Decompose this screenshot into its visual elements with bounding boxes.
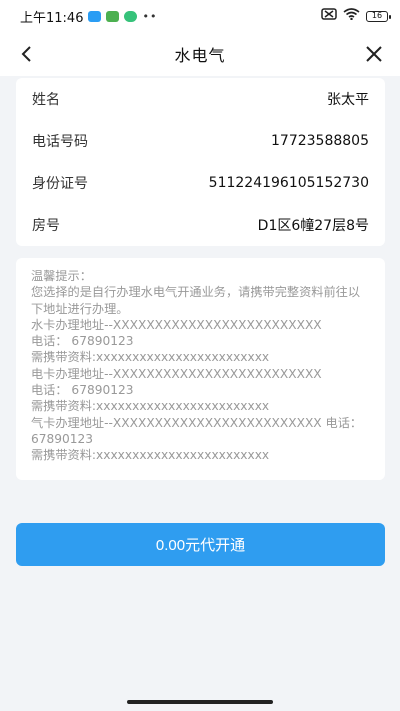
mute-icon bbox=[321, 8, 337, 24]
info-row-room: 房号 D1区6幢27层8号 bbox=[16, 204, 385, 246]
status-time: 上午11:46 bbox=[20, 10, 84, 26]
user-info-card: 姓名 张太平 电话号码 17723588805 身份证号 51122419610… bbox=[16, 78, 385, 246]
gas-card-documents: 需携带资料:xxxxxxxxxxxxxxxxxxxxxxxx bbox=[31, 448, 270, 463]
tips-heading: 温馨提示： bbox=[31, 269, 92, 283]
close-button[interactable] bbox=[358, 38, 390, 70]
name-value: 张太平 bbox=[327, 92, 369, 108]
download-notification-icon bbox=[106, 10, 120, 22]
chat-notification-icon bbox=[124, 10, 138, 22]
status-bar: 上午11:46 •• 16 bbox=[0, 0, 400, 32]
nav-bar: 水电气 bbox=[0, 32, 400, 76]
electric-card-documents: 需携带资料:xxxxxxxxxxxxxxxxxxxxxxxx bbox=[31, 399, 270, 414]
battery-icon: 16 bbox=[366, 10, 391, 22]
page-title: 水电气 bbox=[174, 46, 226, 65]
home-indicator[interactable] bbox=[127, 700, 273, 704]
phone-value: 17723588805 bbox=[271, 133, 369, 149]
info-row-name: 姓名 张太平 bbox=[16, 78, 385, 120]
wifi-icon bbox=[343, 8, 360, 24]
status-left: 上午11:46 •• bbox=[20, 7, 157, 26]
close-icon bbox=[366, 46, 382, 62]
room-value: D1区6幢27层8号 bbox=[257, 218, 369, 234]
tips-intro: 您选择的是自行办理水电气开通业务，请携带完整资料前往以下地址进行办理。 bbox=[31, 285, 361, 316]
name-label: 姓名 bbox=[32, 92, 60, 108]
electric-card-phone: 电话： 67890123 bbox=[31, 383, 134, 398]
electric-card-address: 电卡办理地址--XXXXXXXXXXXXXXXXXXXXXXXXX bbox=[31, 366, 322, 381]
id-number-value: 511224196105152730 bbox=[208, 175, 369, 191]
app-screen: 上午11:46 •• 16 水电气 姓名 张太平 电话号码 1772358880… bbox=[0, 0, 400, 711]
chevron-left-icon bbox=[21, 46, 31, 62]
water-card-documents: 需携带资料:xxxxxxxxxxxxxxxxxxxxxxxx bbox=[31, 350, 270, 365]
app-notification-icon bbox=[88, 10, 102, 22]
status-right: 16 bbox=[321, 8, 391, 24]
water-card-phone: 电话： 67890123 bbox=[31, 334, 134, 349]
info-row-id-number: 身份证号 511224196105152730 bbox=[16, 162, 385, 204]
tips-card: 温馨提示： 您选择的是自行办理水电气开通业务，请携带完整资料前往以下地址进行办理… bbox=[16, 258, 385, 480]
activate-service-button[interactable]: 0.00元代开通 bbox=[16, 523, 385, 566]
info-row-phone: 电话号码 17723588805 bbox=[16, 120, 385, 162]
back-button[interactable] bbox=[10, 38, 42, 70]
phone-label: 电话号码 bbox=[32, 134, 88, 150]
id-number-label: 身份证号 bbox=[32, 176, 88, 192]
gas-card-address-phone: 气卡办理地址--XXXXXXXXXXXXXXXXXXXXXXXXX 电话： 67… bbox=[31, 415, 363, 446]
water-card-address: 水卡办理地址--XXXXXXXXXXXXXXXXXXXXXXXXX bbox=[31, 317, 322, 332]
room-label: 房号 bbox=[32, 218, 60, 234]
more-notifications-icon: •• bbox=[142, 9, 158, 23]
